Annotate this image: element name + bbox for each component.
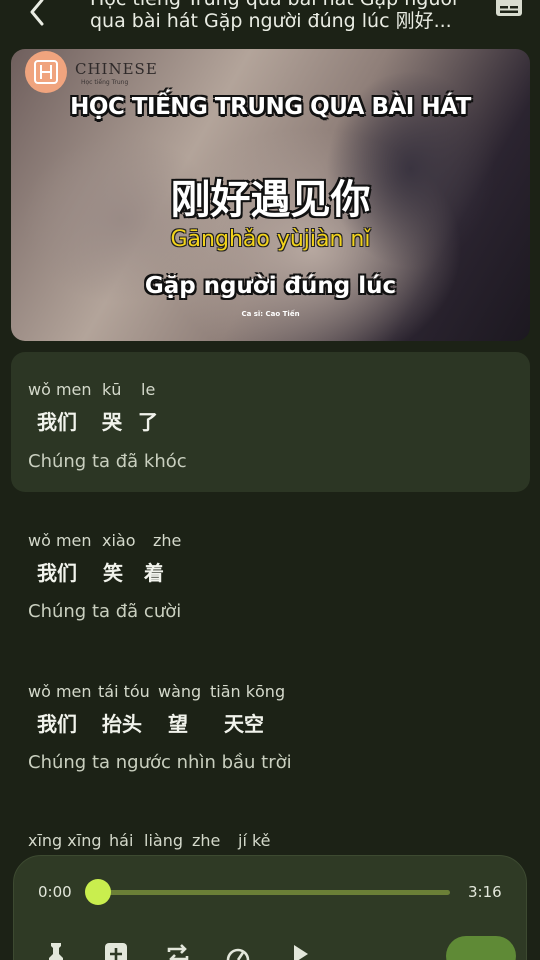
audio-player: 0:00 3:16 — [13, 855, 527, 960]
lyric-translation: Chúng ta đã cười — [28, 601, 182, 622]
subtitles-icon — [496, 0, 522, 16]
duration-time: 3:16 — [468, 883, 502, 901]
lyric-hanzi: 望 — [168, 712, 188, 736]
lyric-pinyin: wàng — [158, 682, 202, 701]
speed-icon — [226, 948, 250, 960]
lyric-pinyin: kū — [102, 380, 122, 399]
lyric-hanzi: 着 — [144, 561, 164, 585]
lyric-pinyin: liàng — [144, 831, 183, 850]
lyric-translation: Chúng ta đã khóc — [28, 451, 187, 472]
lyric-hanzi: 我们 — [37, 561, 77, 585]
lyric-pinyin: xīng xīng — [28, 831, 102, 850]
header: Học tiếng Trung qua bài hát Gặp người qu… — [0, 0, 540, 44]
repeat-icon — [167, 944, 189, 960]
logo-emblem — [25, 51, 67, 93]
progress-thumb[interactable] — [85, 879, 111, 905]
lyric-hanzi: 我们 — [37, 410, 77, 434]
lyric-pinyin: tái tóu — [98, 682, 150, 701]
lyric-hanzi: 哭 — [102, 410, 122, 434]
progress-slider[interactable] — [98, 890, 450, 895]
pin-icon — [49, 943, 63, 960]
subtitles-button[interactable] — [494, 0, 524, 24]
logo-glyph-icon — [34, 60, 58, 84]
lyric-hanzi: 我们 — [37, 712, 77, 736]
back-button[interactable] — [20, 0, 56, 30]
speed-button[interactable] — [224, 940, 252, 960]
lyric-hanzi: 了 — [138, 410, 158, 434]
lyric-pinyin: wǒ men — [28, 531, 92, 550]
lyric-pinyin: wǒ men — [28, 380, 92, 399]
lyric-line[interactable]: wǒ men kū le 我们 哭 了 Chúng ta đã khóc — [11, 352, 530, 492]
video-thumbnail[interactable]: CHINESE Học tiếng Trung HỌC TIẾNG TRUNG … — [11, 49, 530, 341]
logo-text: CHINESE — [75, 60, 158, 78]
add-box-icon — [105, 943, 127, 960]
lyric-line[interactable]: wǒ men tái tóu wàng tiān kōng 我们 抬头 望 天空… — [11, 654, 530, 794]
lyric-hanzi: 笑 — [103, 561, 123, 585]
lyric-pinyin: tiān kōng — [210, 682, 286, 701]
lyric-pinyin: jí kě — [238, 831, 271, 850]
play-button[interactable] — [446, 936, 516, 960]
banner-vietnamese: Gặp người đúng lúc — [144, 273, 397, 299]
banner-singer: Ca sĩ: Cao Tiến — [241, 310, 300, 318]
lyric-pinyin: hái — [109, 831, 134, 850]
current-time: 0:00 — [38, 883, 72, 901]
pin-button[interactable] — [42, 940, 70, 960]
repeat-button[interactable] — [164, 940, 192, 960]
banner-pinyin: Gānghǎo yùjiàn nǐ — [170, 227, 371, 252]
lyric-line[interactable]: wǒ men xiào zhe 我们 笑 着 Chúng ta đã cười — [11, 503, 530, 643]
play-small-button[interactable] — [286, 940, 314, 960]
logo-subtext: Học tiếng Trung — [81, 79, 129, 86]
page-title: qua bài hát Gặp người đúng lúc 刚好... — [90, 10, 452, 32]
play-icon — [294, 945, 308, 960]
chevron-left-icon — [30, 0, 44, 26]
lyric-pinyin: wǒ men — [28, 682, 92, 701]
banner-title: HỌC TIẾNG TRUNG QUA BÀI HÁT — [70, 94, 471, 120]
lyric-hanzi: 抬头 — [102, 712, 142, 736]
add-bookmark-button[interactable] — [102, 940, 130, 960]
banner-hanzi: 刚好遇见你 — [170, 177, 371, 223]
lyric-pinyin: zhe — [192, 831, 221, 850]
lyric-pinyin: zhe — [153, 531, 182, 550]
lyric-hanzi: 天空 — [224, 712, 264, 736]
lyric-pinyin: le — [141, 380, 156, 399]
lyric-pinyin: xiào — [102, 531, 136, 550]
lyric-translation: Chúng ta ngước nhìn bầu trời — [28, 752, 292, 773]
